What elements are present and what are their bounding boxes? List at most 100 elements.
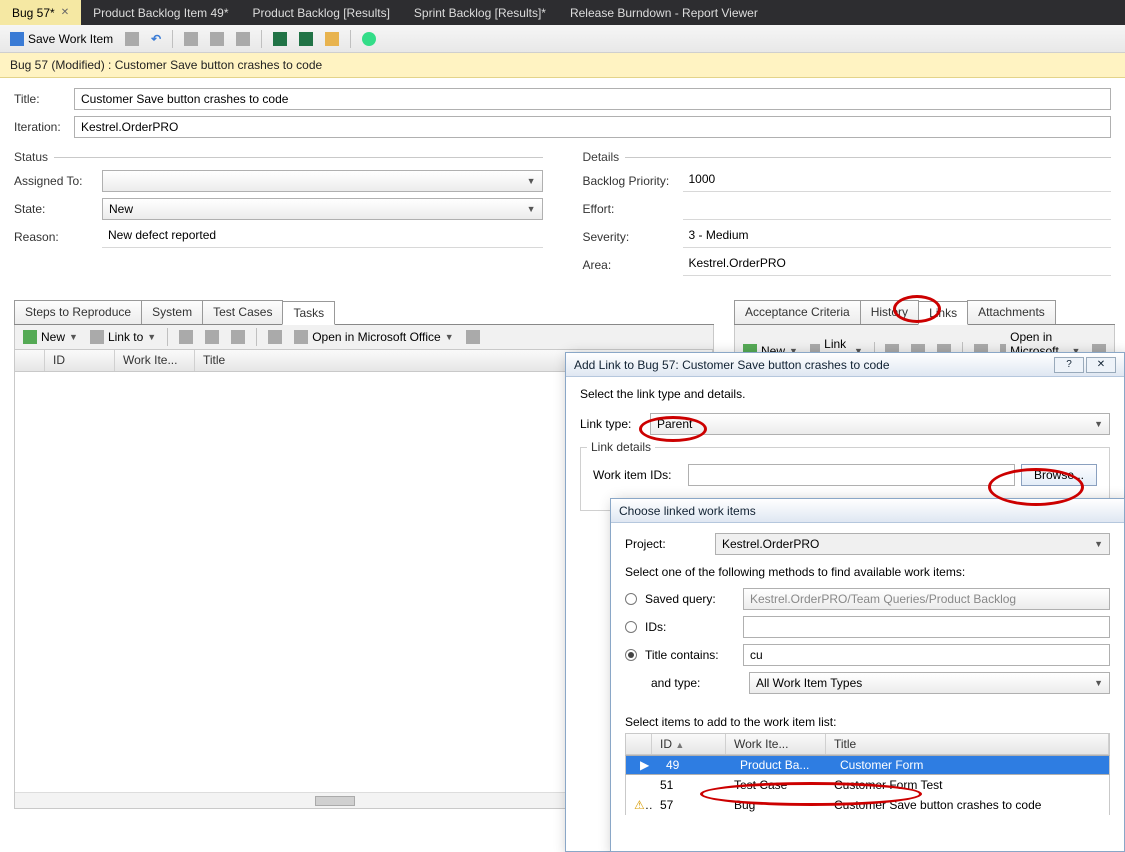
tab-attachments[interactable]: Attachments — [967, 300, 1056, 324]
tb-tree[interactable] — [264, 328, 286, 346]
save-button[interactable]: Save Work Item — [6, 30, 117, 48]
linkto-button[interactable]: Link to▼ — [86, 328, 160, 346]
tb-paste[interactable] — [201, 328, 223, 346]
tab-bug57[interactable]: Bug 57*✕ — [0, 0, 81, 25]
priority-label: Backlog Priority: — [583, 174, 683, 188]
reason-label: Reason: — [14, 230, 102, 244]
document-tabs: Bug 57*✕ Product Backlog Item 49* Produc… — [0, 0, 1125, 25]
result-row-49[interactable]: ▶ 49 Product Ba... Customer Form — [625, 755, 1110, 775]
tb-excel-2[interactable] — [295, 30, 317, 48]
help-button[interactable] — [358, 30, 380, 48]
left-subtabs: Steps to Reproduce System Test Cases Tas… — [14, 300, 714, 325]
tab-tasks[interactable]: Tasks — [282, 301, 335, 325]
iteration-input[interactable] — [74, 116, 1111, 138]
linktype-label: Link type: — [580, 417, 650, 431]
rcol-type[interactable]: Work Ite... — [726, 734, 826, 754]
workitem-ids-label: Work item IDs: — [593, 468, 688, 482]
tab-acceptance[interactable]: Acceptance Criteria — [734, 300, 861, 324]
area-label: Area: — [583, 258, 683, 272]
undo-button[interactable]: ↶ — [147, 30, 165, 48]
close-dialog-button[interactable]: ✕ — [1086, 357, 1116, 373]
tb-btn-1[interactable] — [180, 30, 202, 48]
area-field[interactable]: Kestrel.OrderPRO — [683, 254, 1112, 276]
title-contains-input[interactable] — [743, 644, 1110, 666]
rcol-id[interactable]: ID ▲ — [652, 734, 726, 754]
title-input[interactable] — [74, 88, 1111, 110]
assigned-label: Assigned To: — [14, 174, 102, 188]
plus-icon — [23, 330, 37, 344]
chevron-down-icon: ▼ — [1094, 419, 1103, 429]
link-icon — [90, 330, 104, 344]
tb-cols[interactable] — [462, 328, 484, 346]
reason-field[interactable]: New defect reported — [102, 226, 543, 248]
results-grid: ID ▲ Work Ite... Title ▶ 49 Product Ba..… — [625, 733, 1110, 815]
rcol-title[interactable]: Title — [826, 734, 1109, 754]
iteration-label: Iteration: — [14, 120, 74, 134]
project-select[interactable]: Kestrel.OrderPRO▼ — [715, 533, 1110, 555]
and-type-select[interactable]: All Work Item Types▼ — [749, 672, 1110, 694]
saved-query-label: Saved query: — [645, 592, 735, 606]
details-group: Details — [583, 150, 1112, 164]
project-label: Project: — [625, 537, 715, 551]
saved-query-select: Kestrel.OrderPRO/Team Queries/Product Ba… — [743, 588, 1110, 610]
tab-steps[interactable]: Steps to Reproduce — [14, 300, 142, 324]
tb-copy[interactable] — [175, 328, 197, 346]
status-group: Status — [14, 150, 543, 164]
browse-button[interactable]: Browse... — [1021, 464, 1097, 486]
title-contains-label: Title contains: — [645, 648, 735, 662]
tab-links[interactable]: Links — [918, 301, 968, 325]
workitem-ids-input[interactable] — [688, 464, 1015, 486]
state-label: State: — [14, 202, 102, 216]
tb-btn-2[interactable] — [206, 30, 228, 48]
open-office-button[interactable]: Open in Microsoft Office▼ — [290, 328, 457, 346]
chevron-down-icon: ▼ — [527, 204, 536, 214]
select-items-label: Select items to add to the work item lis… — [625, 715, 1110, 729]
tab-sprint-backlog[interactable]: Sprint Backlog [Results]* — [402, 0, 558, 25]
severity-field[interactable]: 3 - Medium — [683, 226, 1112, 248]
severity-label: Severity: — [583, 230, 683, 244]
save-icon — [10, 32, 24, 46]
assigned-select[interactable]: ▼ — [102, 170, 543, 192]
link-details-legend: Link details — [587, 440, 655, 454]
refresh-icon — [125, 32, 139, 46]
tab-testcases[interactable]: Test Cases — [202, 300, 283, 324]
radio-title-contains[interactable] — [625, 649, 637, 661]
methods-label: Select one of the following methods to f… — [625, 565, 1110, 579]
result-row-57[interactable]: 57 Bug Customer Save button crashes to c… — [625, 795, 1110, 815]
tab-product-backlog[interactable]: Product Backlog [Results] — [241, 0, 402, 25]
col-spacer[interactable] — [15, 350, 45, 371]
tab-system[interactable]: System — [141, 300, 203, 324]
priority-field[interactable]: 1000 — [683, 170, 1112, 192]
title-label: Title: — [14, 92, 74, 106]
linktype-select[interactable]: Parent▼ — [650, 413, 1110, 435]
tb-btn-4[interactable] — [321, 30, 343, 48]
col-id[interactable]: ID — [45, 350, 115, 371]
tab-pbi49[interactable]: Product Backlog Item 49* — [81, 0, 240, 25]
tb-del[interactable] — [227, 328, 249, 346]
choose-linked-dialog: Choose linked work items Project: Kestre… — [610, 498, 1125, 852]
chevron-down-icon: ▼ — [527, 176, 536, 186]
tab-release-burndown[interactable]: Release Burndown - Report Viewer — [558, 0, 770, 25]
close-icon[interactable]: ✕ — [61, 7, 69, 18]
refresh-button[interactable] — [121, 30, 143, 48]
effort-field[interactable] — [683, 198, 1112, 220]
col-type[interactable]: Work Ite... — [115, 350, 195, 371]
state-select[interactable]: New▼ — [102, 198, 543, 220]
dialog-title: Add Link to Bug 57: Customer Save button… — [574, 358, 890, 372]
dialog-instruction: Select the link type and details. — [580, 387, 1110, 401]
main-toolbar: Save Work Item ↶ — [0, 25, 1125, 53]
radio-ids[interactable] — [625, 621, 637, 633]
radio-saved-query[interactable] — [625, 593, 637, 605]
tb-btn-3[interactable] — [232, 30, 254, 48]
tab-history[interactable]: History — [860, 300, 919, 324]
undo-icon: ↶ — [151, 32, 161, 46]
tb-excel-1[interactable] — [269, 30, 291, 48]
ids-input — [743, 616, 1110, 638]
choose-dialog-title: Choose linked work items — [619, 504, 756, 518]
effort-label: Effort: — [583, 202, 683, 216]
result-row-51[interactable]: 51 Test Case Customer Form Test — [625, 775, 1110, 795]
modified-banner: Bug 57 (Modified) : Customer Save button… — [0, 53, 1125, 78]
and-type-label: and type: — [651, 676, 741, 690]
new-button[interactable]: New▼ — [19, 328, 82, 346]
help-dialog-button[interactable]: ? — [1054, 357, 1084, 373]
